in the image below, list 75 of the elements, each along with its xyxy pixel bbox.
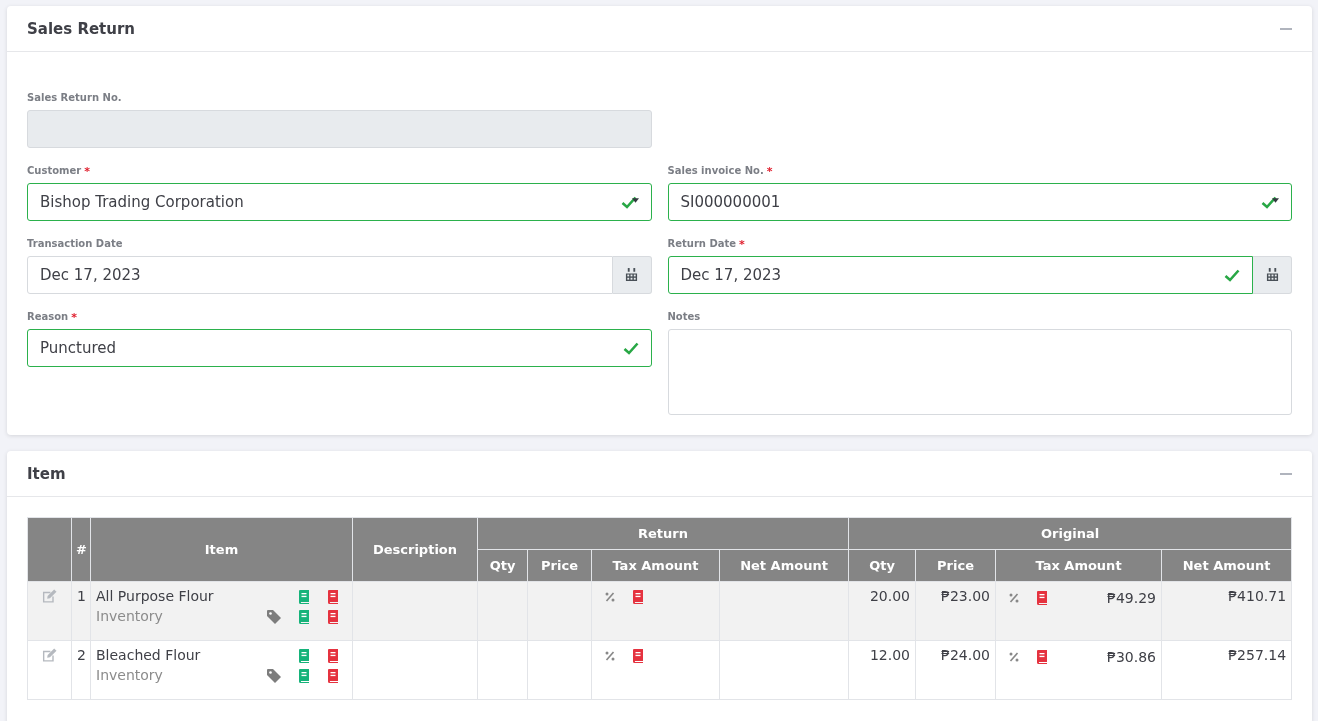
field-label: Return Date bbox=[667, 238, 737, 250]
book-icon[interactable] bbox=[298, 610, 310, 624]
book-icon[interactable] bbox=[632, 590, 644, 604]
table-cell: 20.00 bbox=[848, 581, 916, 641]
percent-icon[interactable] bbox=[605, 651, 615, 661]
required-mark: * bbox=[84, 165, 90, 177]
required-mark: * bbox=[739, 238, 745, 250]
calendar-icon bbox=[625, 268, 638, 282]
input-field[interactable]: Punctured bbox=[27, 329, 652, 367]
table-cell: ₱24.00 bbox=[915, 640, 996, 700]
section-title: Item bbox=[27, 464, 66, 483]
table-cell: ₱410.71 bbox=[1161, 581, 1292, 641]
column-header: Description bbox=[352, 517, 478, 582]
column-header: Net Amount bbox=[1161, 549, 1292, 582]
select-field[interactable]: SI000000001 bbox=[667, 183, 1292, 221]
field-label: Customer bbox=[27, 165, 82, 177]
table-cell: ₱257.14 bbox=[1161, 640, 1292, 700]
calendar-button[interactable] bbox=[612, 256, 652, 294]
book-icon[interactable] bbox=[632, 649, 644, 663]
item-name: Bleached Flour bbox=[96, 647, 201, 663]
field-label: Reason bbox=[27, 311, 69, 323]
book-icon[interactable] bbox=[327, 669, 339, 683]
item-type: Inventory bbox=[96, 608, 164, 624]
table-cell: 2 bbox=[71, 640, 91, 700]
check-icon bbox=[620, 195, 637, 209]
book-icon[interactable] bbox=[298, 590, 310, 604]
item-name: All Purpose Flour bbox=[96, 588, 214, 604]
field-label: Notes bbox=[667, 311, 701, 323]
minimize-icon[interactable] bbox=[1280, 472, 1292, 475]
section-title: Sales Return bbox=[27, 19, 136, 38]
column-header: Return bbox=[477, 517, 849, 550]
column-header: Price bbox=[915, 549, 996, 582]
column-header: Tax Amount bbox=[995, 549, 1162, 582]
field-label: Sales Return No. bbox=[27, 92, 122, 104]
field-label: Sales invoice No. bbox=[667, 165, 764, 177]
calendar-button[interactable] bbox=[1253, 256, 1292, 294]
column-header: Item bbox=[90, 517, 353, 582]
book-icon[interactable] bbox=[298, 669, 310, 683]
check-icon bbox=[622, 341, 639, 355]
check-icon bbox=[1261, 195, 1277, 209]
date-field[interactable]: Dec 17, 2023 bbox=[667, 256, 1253, 294]
column-header: Original bbox=[848, 517, 1292, 550]
amount-text: ₱49.29 bbox=[1107, 590, 1157, 606]
tag-icon[interactable] bbox=[267, 669, 281, 683]
minimize-icon[interactable] bbox=[1280, 27, 1292, 30]
column-header: Qty bbox=[848, 549, 916, 582]
edit-icon[interactable] bbox=[42, 648, 57, 662]
check-icon bbox=[1224, 268, 1240, 282]
date-field[interactable]: Dec 17, 2023 bbox=[27, 256, 613, 294]
field-label: Transaction Date bbox=[27, 238, 123, 250]
book-icon[interactable] bbox=[327, 610, 339, 624]
caret-icon bbox=[1272, 197, 1279, 203]
select-field[interactable]: Bishop Trading Corporation bbox=[27, 183, 652, 221]
table-cell: ₱23.00 bbox=[915, 581, 996, 641]
book-icon[interactable] bbox=[327, 590, 339, 604]
required-mark: * bbox=[71, 311, 77, 323]
column-header: Tax Amount bbox=[591, 549, 720, 582]
amount-text: ₱30.86 bbox=[1107, 649, 1157, 665]
percent-icon[interactable] bbox=[1009, 593, 1020, 603]
book-icon[interactable] bbox=[1036, 650, 1049, 664]
percent-icon[interactable] bbox=[605, 592, 615, 602]
notes-field[interactable] bbox=[667, 329, 1292, 415]
calendar-icon bbox=[1265, 268, 1279, 282]
column-header: Net Amount bbox=[719, 549, 849, 582]
book-icon[interactable] bbox=[298, 649, 310, 663]
percent-icon[interactable] bbox=[1009, 652, 1020, 662]
tag-icon[interactable] bbox=[267, 610, 281, 624]
book-icon[interactable] bbox=[1036, 591, 1049, 605]
book-icon[interactable] bbox=[327, 649, 339, 663]
table-cell: 12.00 bbox=[848, 640, 916, 700]
caret-icon bbox=[631, 197, 639, 203]
required-mark: * bbox=[766, 165, 773, 177]
column-header: Price bbox=[527, 549, 592, 582]
item-type: Inventory bbox=[96, 667, 164, 683]
column-header: Qty bbox=[477, 549, 528, 582]
